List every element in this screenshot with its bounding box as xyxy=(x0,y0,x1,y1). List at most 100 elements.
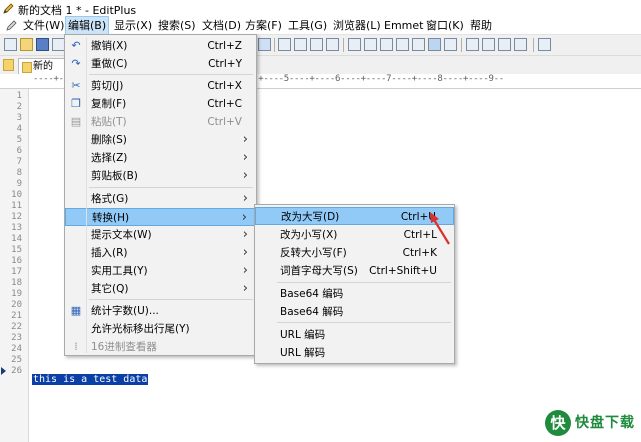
menu-document[interactable]: 文档(D) xyxy=(200,17,243,34)
convert-menu-item-label: 词首字母大写(S) xyxy=(280,265,358,277)
edit-menu-item-label: 剪贴板(B) xyxy=(91,170,138,182)
line-number: 5 xyxy=(16,135,22,145)
current-line-marker-icon xyxy=(1,367,6,375)
menu-view[interactable]: 显示(X) xyxy=(112,17,154,34)
submenu-arrow-icon: › xyxy=(242,150,248,165)
window-cascade-icon[interactable] xyxy=(482,38,495,51)
menu-file[interactable]: 文件(W) xyxy=(21,17,66,34)
edit-menu-item-label: 选择(Z) xyxy=(91,152,128,164)
edit-menu-item-label: 插入(R) xyxy=(91,247,128,259)
menu-help[interactable]: 帮助 xyxy=(468,17,494,34)
document-icon xyxy=(22,62,32,73)
menu-edit[interactable]: 编辑(B) xyxy=(65,16,110,35)
edit-menu-item[interactable]: 格式(G) › xyxy=(65,190,256,208)
edit-menu-item[interactable]: 删除(S) › xyxy=(65,131,256,149)
copy-icon: ❐ xyxy=(71,97,81,110)
line-number: 14 xyxy=(11,234,22,244)
menu-emmet[interactable]: Emmet xyxy=(382,17,425,34)
edit-menu-item[interactable]: 其它(Q) › xyxy=(65,280,256,298)
menu-tools[interactable]: 工具(G) xyxy=(286,17,329,34)
convert-menu-item-label: 反转大小写(F) xyxy=(280,247,347,259)
edit-menu-item[interactable]: 实用工具(Y) › xyxy=(65,262,256,280)
ruler-toggle-icon[interactable] xyxy=(364,38,377,51)
new-file-icon[interactable] xyxy=(4,38,17,51)
edit-menu-item[interactable]: ↷ 重做(C) Ctrl+Y xyxy=(65,55,256,73)
document-tab[interactable]: 新的 xyxy=(18,58,68,74)
edit-menu-item[interactable]: 允许光标移出行尾(Y) xyxy=(65,320,256,338)
convert-menu-item-label: URL 解码 xyxy=(280,347,326,359)
submenu-arrow-icon: › xyxy=(242,132,248,147)
line-number: 21 xyxy=(11,311,22,321)
cut-icon: ✂ xyxy=(71,79,81,92)
edit-menu-item[interactable]: 剪贴板(B) › xyxy=(65,167,256,185)
convert-menu-item-label: Base64 编码 xyxy=(280,288,344,300)
edit-menu-item-label: 撤销(X) xyxy=(91,40,128,52)
edit-menu-item[interactable]: ❐ 复制(F) Ctrl+C xyxy=(65,95,256,113)
replace-icon[interactable] xyxy=(310,38,323,51)
paste-icon: ▤ xyxy=(70,115,82,128)
settings-gear-icon[interactable] xyxy=(444,38,457,51)
convert-menu-item[interactable]: Base64 编码 xyxy=(255,285,454,303)
menu-icon-column-divider xyxy=(86,37,87,353)
convert-menu-item[interactable]: URL 解码 xyxy=(255,344,454,362)
open-folder-icon[interactable] xyxy=(20,38,33,51)
clipboard-icon[interactable] xyxy=(498,38,511,51)
convert-menu-item-label: URL 编码 xyxy=(280,329,326,341)
goto-icon[interactable] xyxy=(326,38,339,51)
edit-menu-item[interactable]: ↶ 撤销(X) Ctrl+Z xyxy=(65,37,256,55)
find-icon[interactable] xyxy=(278,38,291,51)
convert-menu-item[interactable]: 词首字母大写(S) Ctrl+Shift+U xyxy=(255,262,454,280)
menu-bar: 文件(W) 编辑(B) 显示(X) 搜索(S) 文档(D) 方案(F) 工具(G… xyxy=(0,16,641,35)
edit-menu-item[interactable]: 提示文本(W) › xyxy=(65,226,256,244)
menu-separator xyxy=(277,322,451,323)
line-number: 4 xyxy=(16,124,22,134)
submenu-arrow-icon: › xyxy=(242,263,248,278)
selected-text[interactable]: this is a test data xyxy=(32,374,149,385)
edit-menu-item-label: 复制(F) xyxy=(91,98,127,110)
word-count-icon: ▦ xyxy=(70,304,82,317)
line-number: 7 xyxy=(16,157,22,167)
menu-browser[interactable]: 浏览器(L) xyxy=(331,17,383,34)
line-number: 9 xyxy=(16,179,22,189)
submenu-arrow-icon: › xyxy=(242,168,248,183)
line-number-icon[interactable] xyxy=(380,38,393,51)
menu-search[interactable]: 搜索(S) xyxy=(156,17,198,34)
edit-menu-item-shortcut: Ctrl+X xyxy=(207,80,242,92)
edit-menu-item[interactable]: 转换(H) › xyxy=(65,208,256,226)
edit-menu-item[interactable]: ✂ 剪切(J) Ctrl+X xyxy=(65,77,256,95)
edit-menu-item[interactable]: 选择(Z) › xyxy=(65,149,256,167)
edit-menu-item-shortcut: Ctrl+V xyxy=(207,116,242,128)
column-select-icon[interactable] xyxy=(428,38,441,51)
window-tile-icon[interactable] xyxy=(466,38,479,51)
edit-menu-item[interactable]: 插入(R) › xyxy=(65,244,256,262)
edit-menu-item-label: 剪切(J) xyxy=(91,80,124,92)
edit-menu-item-label: 统计字数(U)... xyxy=(91,305,159,317)
menu-separator xyxy=(89,187,253,188)
edit-menu-item-label: 允许光标移出行尾(Y) xyxy=(91,323,190,335)
whitespace-icon[interactable] xyxy=(396,38,409,51)
edit-menu-item[interactable]: ▦ 统计字数(U)... xyxy=(65,302,256,320)
word-wrap-icon[interactable] xyxy=(348,38,361,51)
save-icon[interactable] xyxy=(36,38,49,51)
convert-menu-item[interactable]: URL 编码 xyxy=(255,326,454,344)
help-icon[interactable] xyxy=(538,38,551,51)
redo-toolbar-icon[interactable] xyxy=(258,38,271,51)
annotation-arrow-icon xyxy=(430,212,450,245)
menu-separator xyxy=(277,282,451,283)
watermark-logo: 快 快盘下载 xyxy=(545,408,637,438)
line-number: 19 xyxy=(11,289,22,299)
edit-menu: ↶ 撤销(X) Ctrl+Z ↷ 重做(C) Ctrl+Y ✂ 剪切(J) Ctrl+X ❐ 复制(… xyxy=(64,34,257,356)
find-next-icon[interactable] xyxy=(294,38,307,51)
document-pencil-icon xyxy=(6,20,17,31)
redo-icon: ↷ xyxy=(71,57,81,70)
edit-menu-item-shortcut: Ctrl+C xyxy=(207,98,242,110)
line-number: 1 xyxy=(16,91,22,101)
menu-window[interactable]: 窗口(K) xyxy=(424,17,466,34)
hex-icon: ⁞ xyxy=(74,340,78,353)
list-icon[interactable] xyxy=(412,38,425,51)
browser-preview-icon[interactable] xyxy=(514,38,527,51)
line-number: 12 xyxy=(11,212,22,222)
watermark-glyph: 快 xyxy=(545,410,571,436)
convert-menu-item[interactable]: Base64 解码 xyxy=(255,303,454,321)
menu-project[interactable]: 方案(F) xyxy=(243,17,284,34)
